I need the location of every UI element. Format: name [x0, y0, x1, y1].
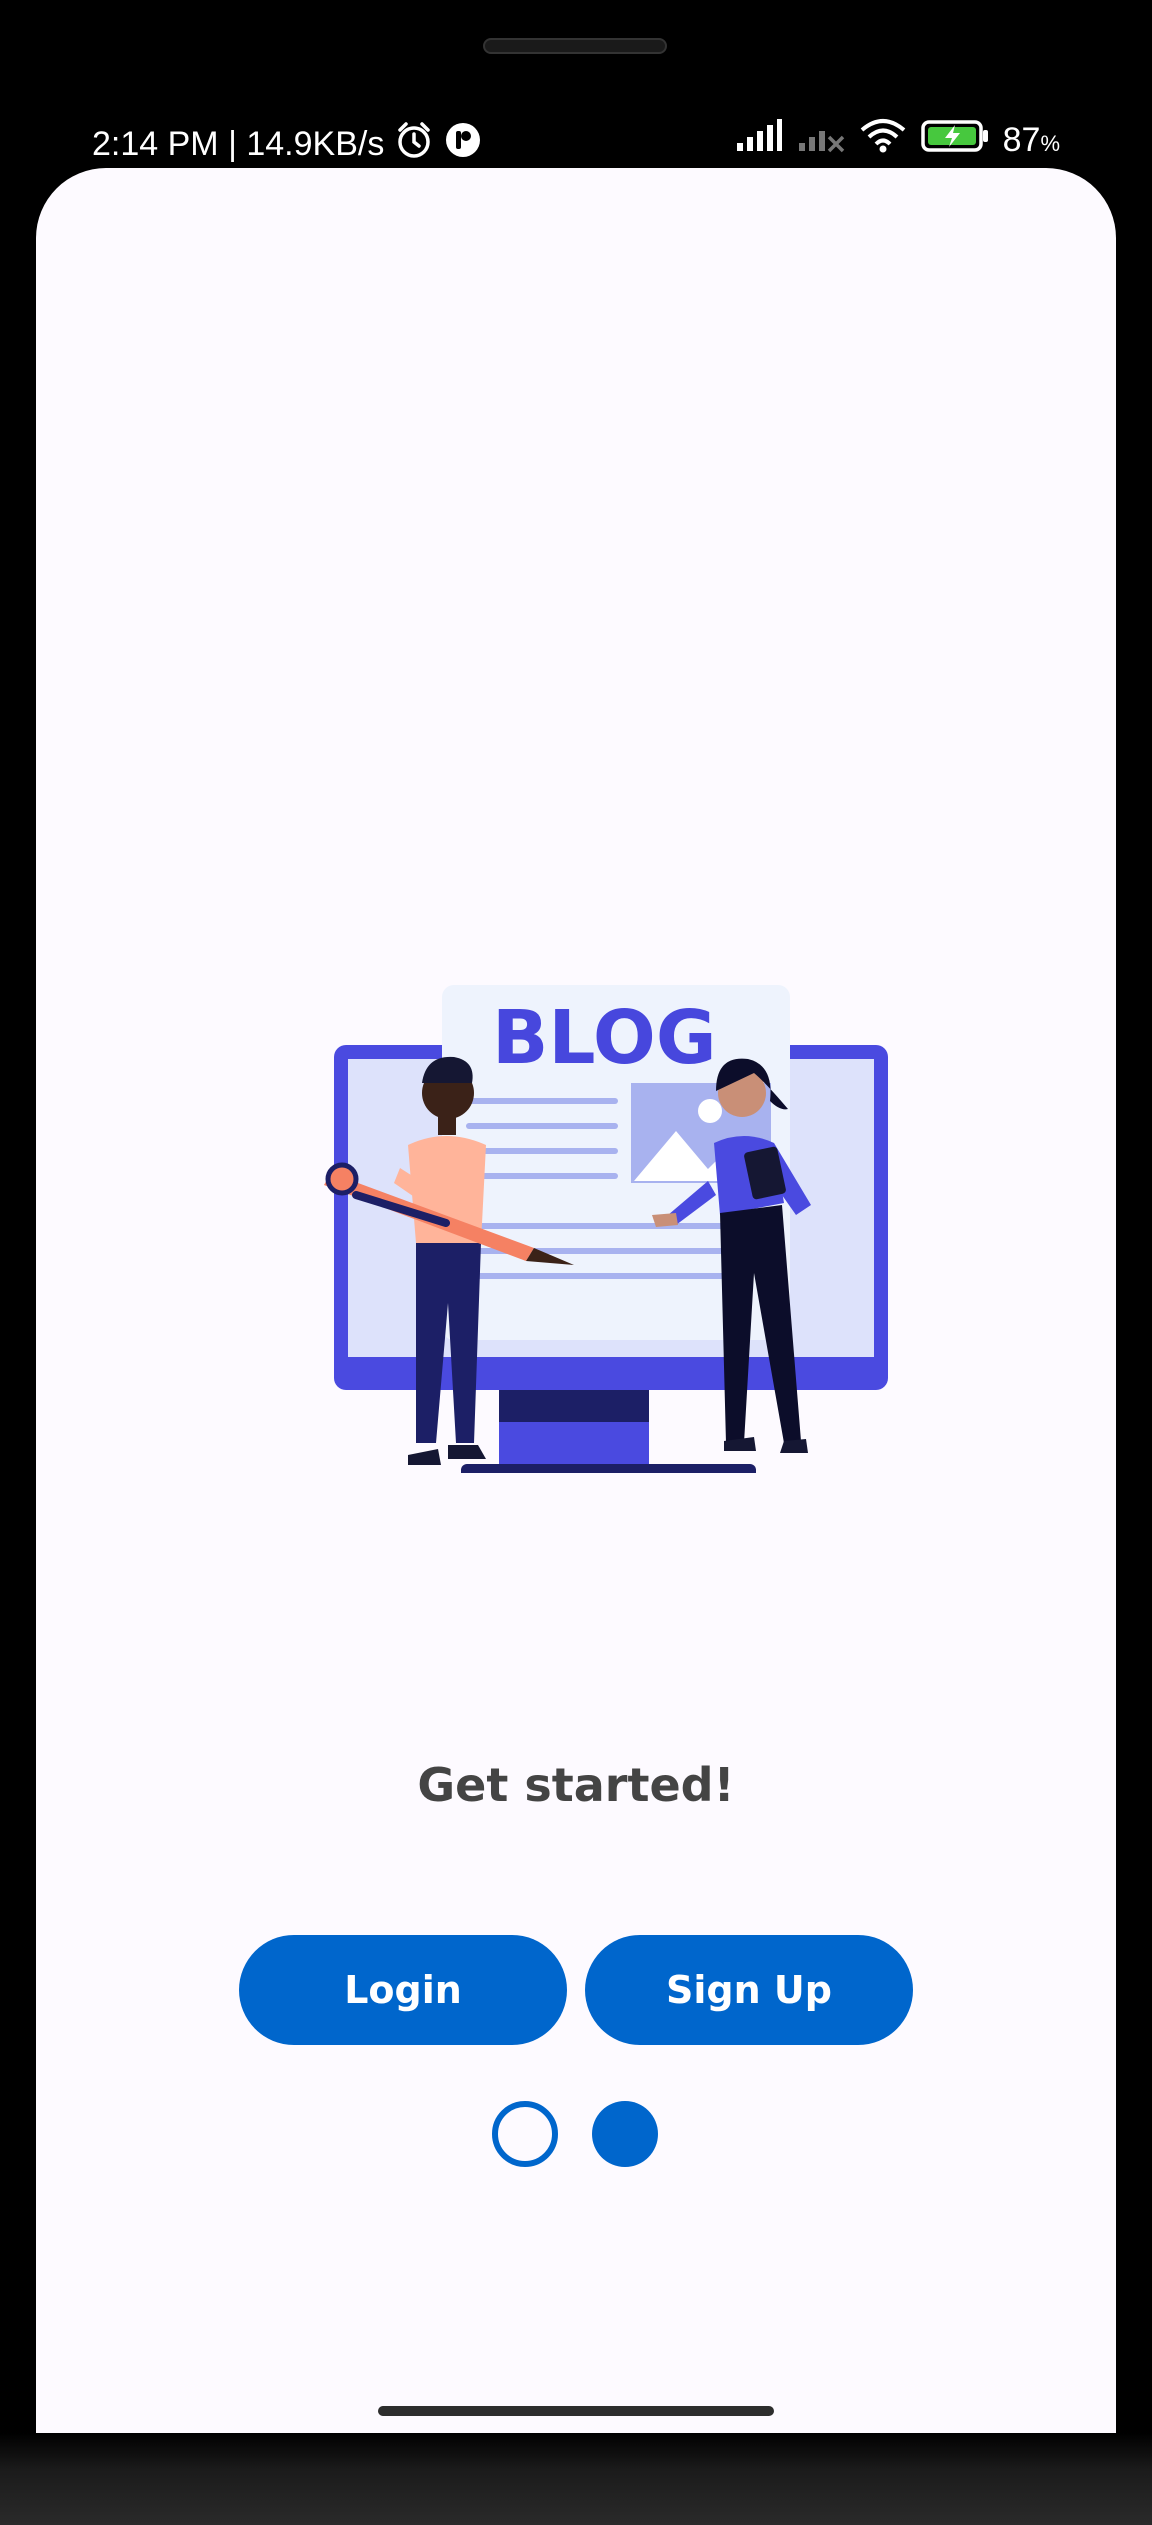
status-right: 87% [735, 118, 1060, 163]
status-left: 2:14 PM | 14.9KB/s [92, 120, 482, 169]
home-indicator[interactable] [378, 2406, 774, 2416]
battery-percentage: 87% [1003, 121, 1060, 160]
battery-charging-icon [920, 119, 989, 162]
blog-heading: BLOG [492, 995, 717, 1081]
pager-dot-2[interactable] [592, 2101, 658, 2167]
status-bar: 2:14 PM | 14.9KB/s 87% [0, 112, 1152, 172]
battery-unit: % [1040, 131, 1060, 156]
battery-level: 87 [1002, 121, 1041, 159]
sign-up-button[interactable]: Sign Up [585, 1935, 913, 2045]
login-button[interactable]: Login [239, 1935, 567, 2045]
page-title: Get started! [417, 1758, 735, 1812]
wifi-icon [859, 118, 907, 163]
no-signal-icon [797, 119, 845, 162]
bottom-bezel [0, 2433, 1152, 2525]
app-notification-icon [444, 121, 482, 168]
pager-dot-1[interactable] [492, 2101, 558, 2167]
signal-icon [735, 119, 783, 162]
earpiece-speaker [483, 38, 667, 54]
blog-illustration: BLOG [296, 933, 916, 1490]
alarm-icon [394, 120, 434, 169]
status-time-speed: 2:14 PM | 14.9KB/s [92, 125, 385, 163]
app-screen: BLOG Get started! Login Sign Up [36, 168, 1116, 2433]
